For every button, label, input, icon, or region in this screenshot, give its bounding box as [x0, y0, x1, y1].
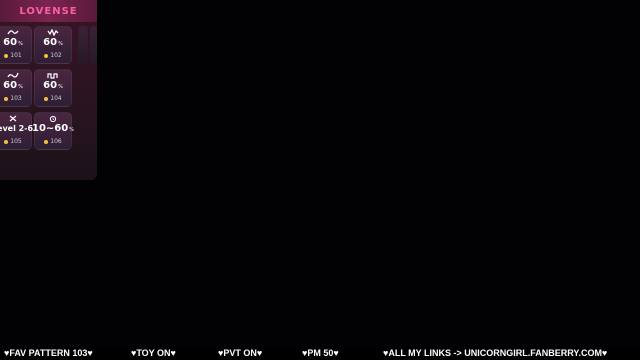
tip-tile-105[interactable]: Level 2-6 105: [0, 112, 34, 150]
ticker-item: ♥TOY ON♥: [131, 348, 176, 358]
lovense-header: LOVENSE: [0, 0, 97, 22]
wave-pattern-icon: [7, 72, 19, 78]
coin-icon: [44, 139, 49, 144]
tile-level: 60%: [43, 80, 63, 91]
lovense-logo: LOVENSE: [19, 5, 78, 17]
coin-icon: [44, 53, 49, 58]
tile-tip: 103: [4, 95, 22, 102]
ticker-item: ♥PVT ON♥: [218, 348, 263, 358]
ticker-item: ♥FAV PATTERN 103♥: [4, 348, 93, 358]
tile-level: 10~60%: [32, 123, 74, 134]
tip-tile-101[interactable]: 60% 101: [0, 26, 32, 64]
tile-level: 60%: [3, 37, 23, 48]
tip-tile-103[interactable]: 60% 103: [0, 69, 32, 107]
coin-icon: [4, 96, 9, 101]
zigzag-pattern-icon: [47, 29, 59, 36]
tile-tip: 105: [4, 138, 22, 145]
tile-level: 60%: [43, 37, 63, 48]
pulse-pattern-icon: [47, 73, 58, 79]
hidden-tile-strip[interactable]: [90, 26, 97, 64]
ticker-item: ♥PM 50♥: [302, 348, 339, 358]
shuffle-icon: [9, 115, 17, 122]
tip-tile-102[interactable]: 60% 102: [34, 26, 72, 64]
tile-tip: 106: [44, 138, 62, 145]
tip-menu-ticker: ♥FAV PATTERN 103♥ ♥TOY ON♥ ♥PVT ON♥ ♥PM …: [0, 346, 640, 360]
coin-icon: [4, 53, 9, 58]
wave-pattern-icon: [7, 30, 19, 35]
hidden-tile-strip[interactable]: [78, 26, 88, 64]
tile-tip: 104: [44, 95, 62, 102]
tip-tile-104[interactable]: 60% 104: [34, 69, 72, 107]
tile-level: 60%: [3, 80, 23, 91]
tile-tip: 101: [4, 52, 22, 59]
ticker-item: ♥ALL MY LINKS -> UNICORNGIRL.FANBERRY.CO…: [383, 348, 608, 358]
tip-tile-106[interactable]: 10~60% 106: [32, 112, 74, 150]
coin-icon: [44, 96, 49, 101]
lovense-panel: LOVENSE 60% 101 60% 102 60% 103 60% 104 …: [0, 0, 97, 180]
coin-icon: [4, 139, 9, 144]
tile-tip: 102: [44, 52, 62, 59]
timer-icon: [49, 115, 57, 122]
tile-level: Level 2-6: [0, 124, 34, 133]
